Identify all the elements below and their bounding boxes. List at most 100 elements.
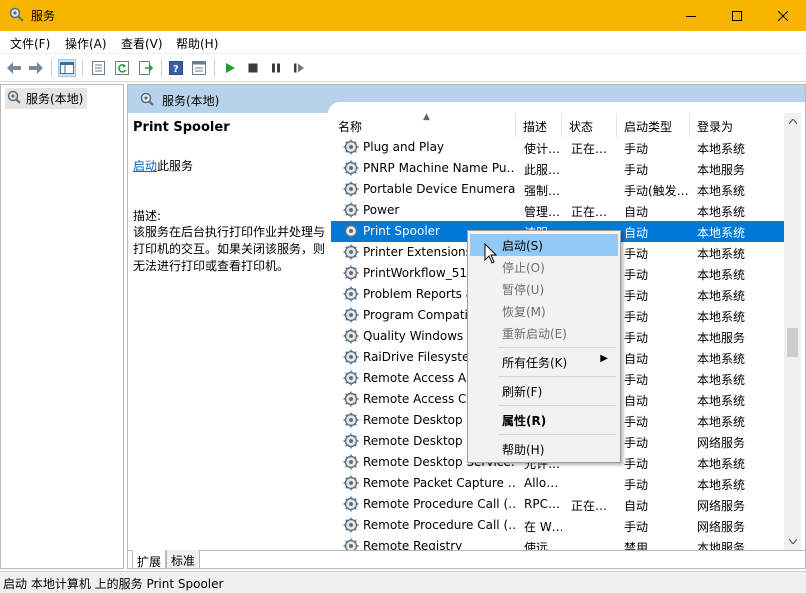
service-gear-icon [343,349,359,365]
scrollbar-thumb[interactable] [787,328,798,357]
console-tree-icon[interactable] [58,59,76,77]
service-desc-cell: 使远… [524,541,561,550]
service-gear-icon [343,412,359,428]
tab-standard[interactable]: 标准 [166,550,201,568]
column-header-log-on-as[interactable]: 登录为 [690,113,750,137]
service-start-cell: 手动 [624,142,649,156]
service-desc-cell: 强制… [524,184,561,198]
view-tabs: 扩展 标准 [128,550,805,568]
service-gear-icon [343,286,359,302]
stop-service-icon[interactable] [244,59,262,77]
service-start-cell: 手动 [624,478,649,492]
service-logon-cell: 本地服务 [697,541,746,550]
service-name-cell: Remote Procedure Call (… [363,497,515,511]
pause-service-icon[interactable] [267,59,285,77]
column-header-status[interactable]: 状态 [562,113,617,137]
service-row[interactable]: Remote Packet Capture … Allo… 手动 本地系统 [331,473,788,494]
description-label: 描述: [133,209,162,223]
service-gear-icon [343,496,359,512]
service-name-cell: Remote Registry [363,539,463,550]
start-service-icon[interactable] [221,59,239,77]
close-button[interactable] [760,0,806,31]
service-gear-icon [343,454,359,470]
service-start-cell: 手动 [624,310,649,324]
vertical-scrollbar[interactable] [784,113,801,550]
forward-arrow-icon[interactable] [27,59,45,77]
menu-item-resume[interactable]: 恢复(M) [470,300,618,322]
column-header-name[interactable]: ▲ 名称 [331,112,516,137]
tab-extended[interactable]: 扩展 [132,550,167,568]
scroll-down-arrow-icon[interactable] [784,533,801,550]
service-description-panel: Print Spooler 启动此服务 描述: 该服务在后台执行打印作业并处理与… [128,113,328,550]
services-app-icon [9,7,25,23]
menu-view[interactable]: 查看(V) [121,35,163,52]
service-logon-cell: 本地服务 [697,163,746,177]
help-icon[interactable]: ? [167,59,185,77]
restart-service-icon[interactable] [290,59,308,77]
service-logon-cell: 本地系统 [697,247,746,261]
service-start-cell: 手动 [624,331,649,345]
show-hide-action-pane-icon[interactable] [190,59,208,77]
maximize-button[interactable] [714,0,760,31]
service-row[interactable]: Plug and Play 使计… 正在… 手动 本地系统 [331,137,788,158]
service-logon-cell: 本地系统 [697,268,746,282]
service-gear-icon [343,328,359,344]
service-status-cell: 正在… [571,499,608,513]
service-logon-cell: 本地系统 [697,394,746,408]
minimize-button[interactable] [668,0,714,31]
menu-item-pause[interactable]: 暂停(U) [470,278,618,300]
column-header-description[interactable]: 描述 [516,113,562,137]
sort-ascending-icon: ▲ [423,112,430,122]
menu-item-help[interactable]: 帮助(H) [470,438,618,460]
service-logon-cell: 本地系统 [697,352,746,366]
service-start-cell: 自动 [624,226,649,240]
back-arrow-icon[interactable] [5,59,23,77]
service-row[interactable]: Remote Procedure Call (… RPC… 正在… 自动 网络服务 [331,494,788,515]
service-gear-icon [343,475,359,491]
svg-text:?: ? [173,64,179,75]
service-logon-cell: 网络服务 [697,436,746,450]
console-tree: 服务(本地) [0,84,124,569]
service-name-cell: PNRP Machine Name Pu… [363,161,515,175]
column-header-startup-type[interactable]: 启动类型 [617,113,690,137]
start-service-link[interactable]: 启动 [133,159,157,173]
service-row[interactable]: Portable Device Enumera… 强制… 手动(触发… 本地系统 [331,179,788,200]
pane-header: 服务(本地) [128,85,805,114]
properties-page-icon[interactable] [89,59,107,77]
menu-item-properties[interactable]: 属性(R) [470,409,618,431]
start-service-suffix: 此服务 [157,159,194,173]
menu-item-all-tasks[interactable]: 所有任务(K) ▶ [470,351,618,373]
service-gear-icon [343,433,359,449]
menu-item-refresh[interactable]: 刷新(F) [470,380,618,402]
menu-item-restart[interactable]: 重新启动(E) [470,322,618,344]
service-gear-icon [343,139,359,155]
refresh-icon[interactable] [113,59,131,77]
service-name-cell: Remote Packet Capture … [363,476,515,490]
toolbar: ? [0,54,806,82]
scroll-up-arrow-icon[interactable] [784,113,801,130]
service-gear-icon [343,538,359,550]
service-row[interactable]: Remote Procedure Call (… 在 W… 手动 网络服务 [331,515,788,536]
export-list-icon[interactable] [137,59,155,77]
service-gear-icon [343,181,359,197]
service-desc-cell: 在 W… [524,520,562,534]
menu-file[interactable]: 文件(F) [10,35,50,52]
service-logon-cell: 本地服务 [697,331,746,345]
service-logon-cell: 本地系统 [697,373,746,387]
menu-help[interactable]: 帮助(H) [176,35,218,52]
service-start-cell: 手动 [624,268,649,282]
service-gear-icon [343,265,359,281]
services-header-icon [139,91,155,110]
service-desc-cell: RPC… [524,497,560,511]
title-bar: 服务 [0,0,806,31]
service-row[interactable]: Remote Registry 使远… 禁用 本地服务 [331,536,788,550]
service-name-cell: Remote Procedure Call (… [363,518,515,532]
menu-action[interactable]: 操作(A) [65,35,107,52]
service-row[interactable]: PNRP Machine Name Pu… 此服… 手动 本地服务 [331,158,788,179]
service-logon-cell: 本地系统 [697,289,746,303]
services-gear-icon [6,89,22,108]
service-start-cell: 手动 [624,436,649,450]
service-row[interactable]: Power 管理… 正在… 自动 本地系统 [331,200,788,221]
description-text: 该服务在后台执行打印作业并处理与打印机的交互。如果关闭该服务，则无法进行打印或查… [133,225,326,273]
tree-item-services-local[interactable]: 服务(本地) [5,88,88,109]
